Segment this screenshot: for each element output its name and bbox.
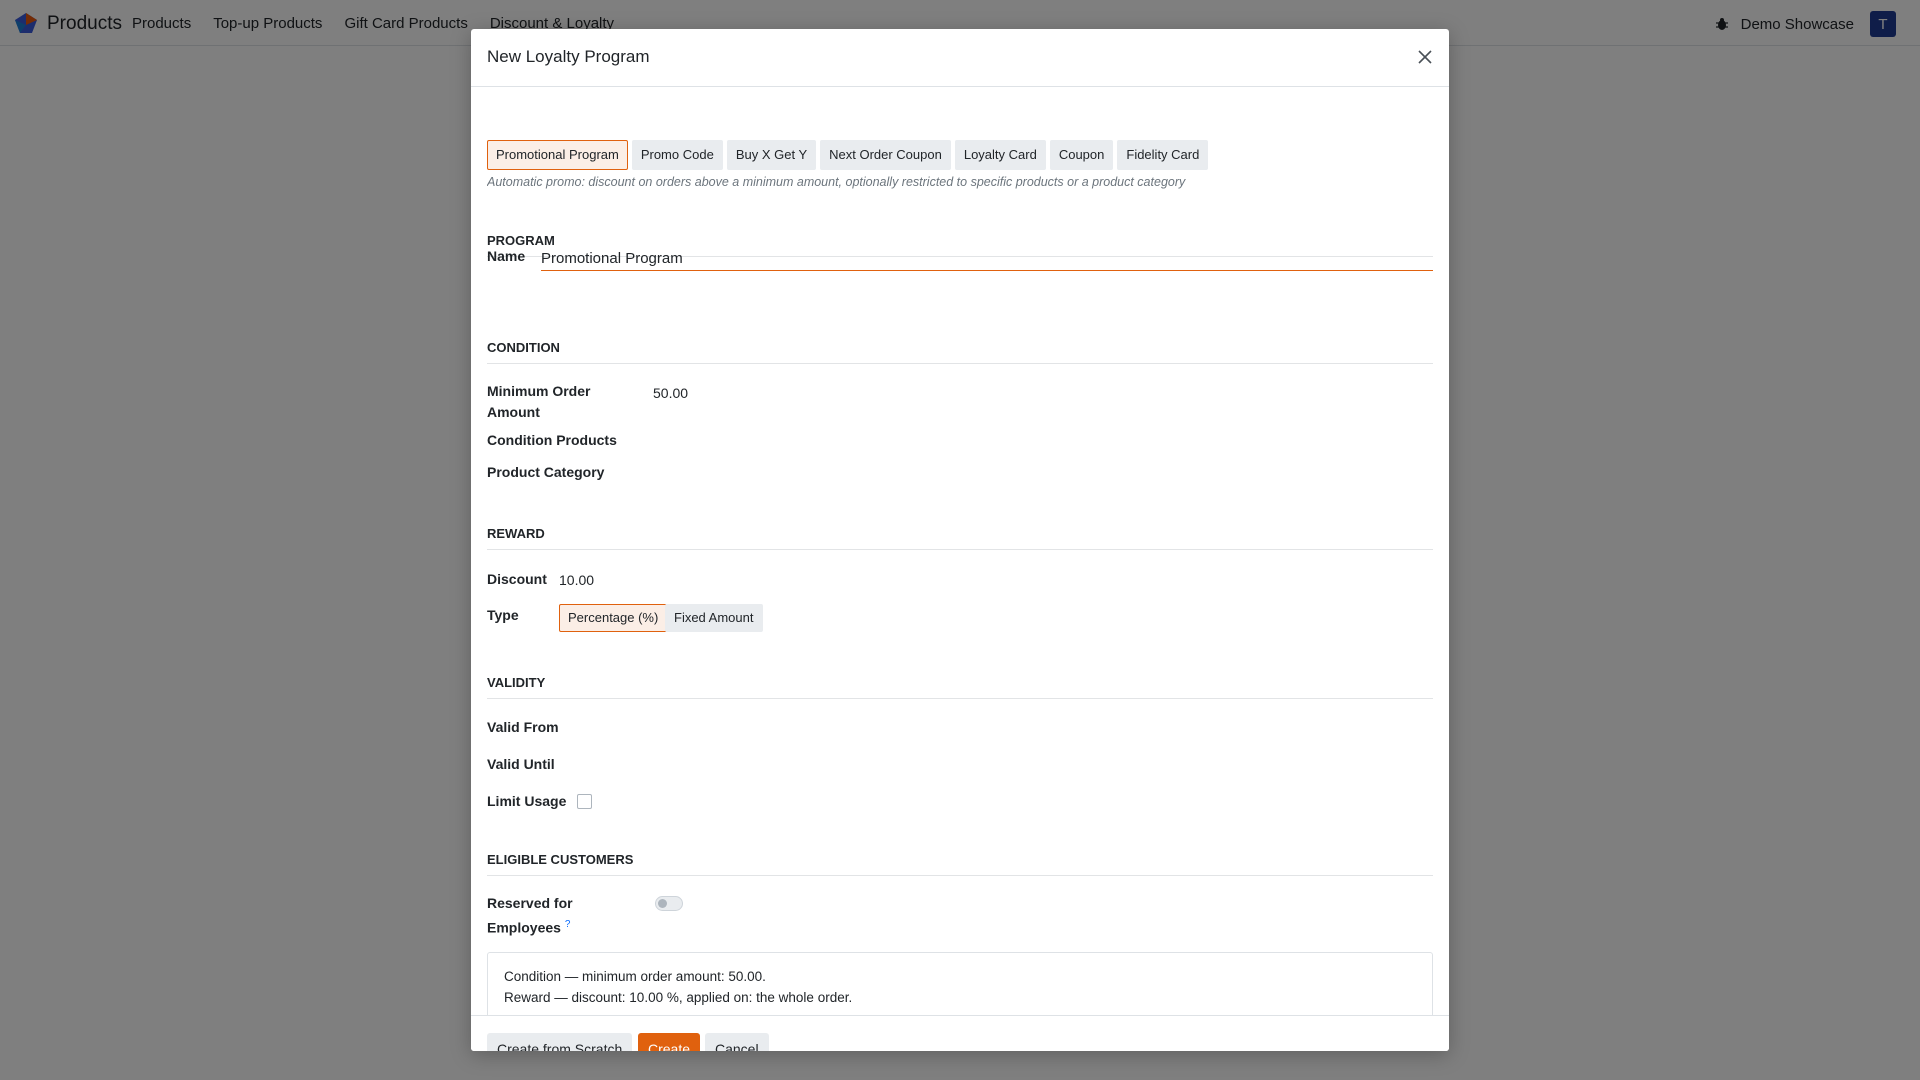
- reserved-for-employees-text: Reserved for Employees: [487, 895, 573, 936]
- name-label: Name: [487, 248, 526, 264]
- limit-usage-checkbox[interactable]: [577, 794, 592, 809]
- valid-from-label: Valid From: [487, 719, 559, 735]
- min-order-amount-label: Minimum Order Amount: [487, 383, 591, 420]
- program-type-selector: Promotional Program Promo Code Buy X Get…: [487, 140, 1212, 170]
- type-percentage-button[interactable]: Percentage (%): [559, 604, 668, 632]
- condition-products-field[interactable]: [653, 430, 1413, 450]
- discount-input[interactable]: 10.00: [559, 572, 594, 588]
- create-from-scratch-button[interactable]: Create from Scratch: [487, 1033, 633, 1051]
- type-loyalty-card[interactable]: Loyalty Card: [954, 140, 1046, 170]
- type-next-order-coupon[interactable]: Next Order Coupon: [820, 140, 951, 170]
- help-tooltip-icon[interactable]: ?: [565, 919, 571, 930]
- modal-header: New Loyalty Program: [471, 29, 1449, 87]
- section-validity: VALIDITY: [487, 675, 1433, 699]
- section-condition: CONDITION: [487, 340, 1433, 364]
- summary-condition: Condition — minimum order amount: 50.00.: [504, 969, 766, 984]
- cancel-button[interactable]: Cancel: [705, 1033, 769, 1051]
- valid-until-field[interactable]: [653, 754, 1413, 774]
- condition-products-label: Condition Products: [487, 432, 617, 448]
- modal-body: Promotional Program Promo Code Buy X Get…: [487, 86, 1433, 1015]
- min-order-amount-input[interactable]: 50.00: [653, 385, 688, 401]
- program-type-description: Automatic promo: discount on orders abov…: [487, 175, 1186, 189]
- type-promo-code[interactable]: Promo Code: [631, 140, 723, 170]
- modal-footer: Create from Scratch Create Cancel: [471, 1015, 1449, 1051]
- reserved-for-employees-label: Reserved for Employees ?: [487, 893, 597, 939]
- name-input[interactable]: [541, 246, 1433, 271]
- type-coupon[interactable]: Coupon: [1049, 140, 1114, 170]
- type-label: Type: [487, 607, 519, 623]
- valid-until-label: Valid Until: [487, 756, 555, 772]
- create-button[interactable]: Create: [638, 1033, 701, 1051]
- new-loyalty-program-dialog: New Loyalty Program Promotional Program …: [471, 29, 1449, 1051]
- type-fidelity-card[interactable]: Fidelity Card: [1117, 140, 1209, 170]
- product-category-label: Product Category: [487, 464, 605, 480]
- valid-from-field[interactable]: [653, 717, 1413, 737]
- program-summary-box: Condition — minimum order amount: 50.00.…: [487, 952, 1433, 1015]
- discount-label: Discount: [487, 571, 547, 587]
- type-promotional-program[interactable]: Promotional Program: [487, 140, 628, 170]
- type-buy-x-get-y[interactable]: Buy X Get Y: [726, 140, 817, 170]
- close-icon[interactable]: [1415, 47, 1435, 67]
- section-eligible-customers: ELIGIBLE CUSTOMERS: [487, 852, 1433, 876]
- type-fixed-amount-button[interactable]: Fixed Amount: [665, 604, 763, 632]
- product-category-field[interactable]: [653, 462, 1413, 482]
- modal-title: New Loyalty Program: [487, 47, 650, 66]
- section-reward: REWARD: [487, 526, 1433, 550]
- reserved-for-employees-toggle[interactable]: [655, 896, 683, 911]
- toggle-knob: [658, 899, 667, 908]
- limit-usage-label: Limit Usage: [487, 793, 567, 809]
- summary-reward: Reward — discount: 10.00 %, applied on: …: [504, 990, 853, 1005]
